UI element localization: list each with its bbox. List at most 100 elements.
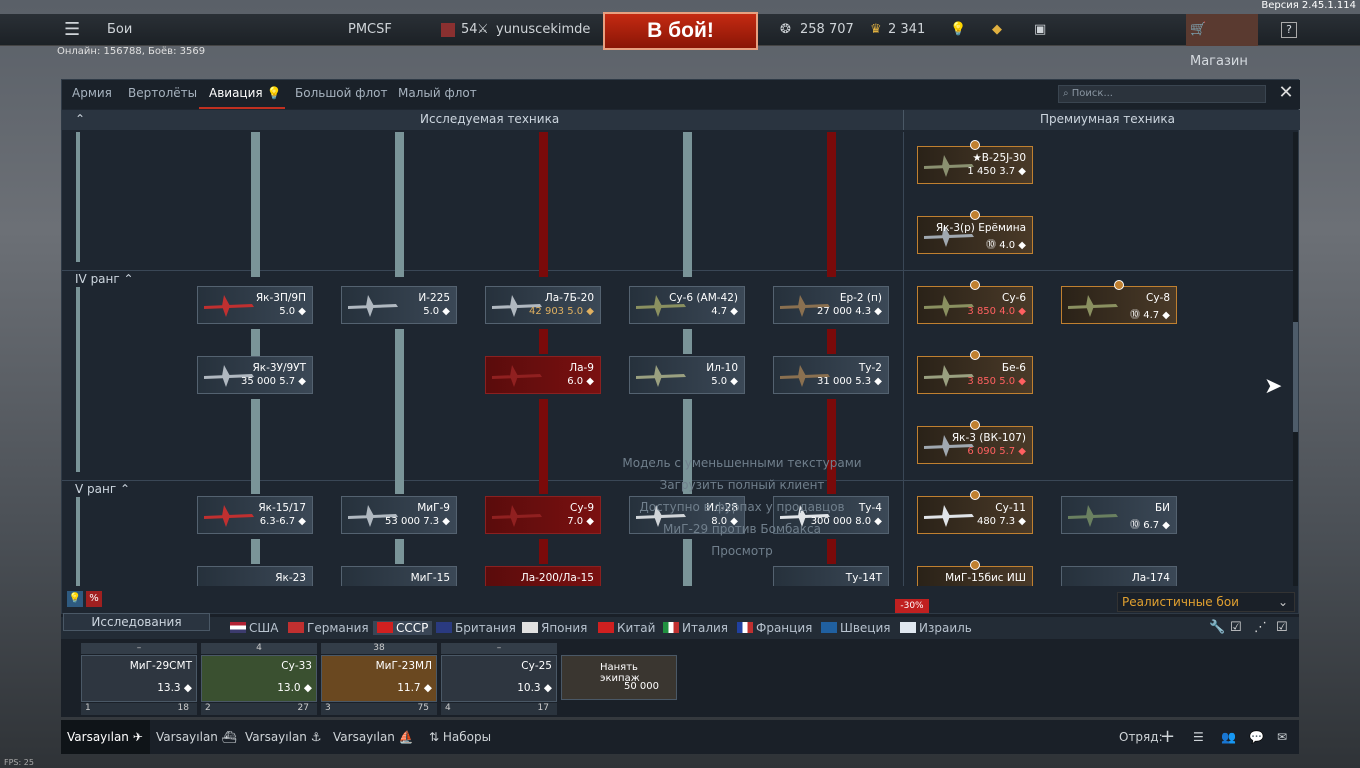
silver-amount[interactable]: 258 707 [800,14,854,46]
premium-vehicle-card[interactable]: Су-6 3 850 4.0 ◆ [917,280,1033,324]
plane-icon [1068,505,1118,527]
research-tab[interactable]: Исследования [63,613,210,631]
rank-5-label[interactable]: V ранг ⌃ [75,482,130,496]
nation-france[interactable]: Франция [737,621,812,635]
search-input[interactable]: ⌕ Поиск... [1058,85,1266,103]
vehicle-card[interactable]: Як-23 [197,566,313,586]
username[interactable]: yunuscekimde [496,14,590,46]
shop-button[interactable]: 🛒Магазин [1186,14,1258,69]
crew-slot[interactable]: 38 МиГ-23МЛ 11.7 ◆ 3 75 [321,643,437,715]
connector [76,287,80,472]
japan-flag-icon [522,622,538,633]
premium-vehicle-card[interactable]: Як-3(р) Ерёмина ⓾ 4.0 ◆ [917,210,1033,254]
crew-slot[interactable]: – МиГ-29СМТ 13.3 ◆ 1 18 [81,643,197,715]
rank-4-label[interactable]: IV ранг ⌃ [75,272,134,286]
squad-tag[interactable]: PMCSF [348,14,392,46]
connector [683,132,692,277]
watermark-text: Модель с уменьшенными текстурами Загрузи… [622,456,862,558]
vehicle-card[interactable]: Як-3П/9П 5.0 ◆ [197,286,313,324]
vehicle-card[interactable]: Ил-10 5.0 ◆ [629,356,745,394]
tree-header: ⌃ Исследуемая техника Премиумная техника [62,110,1300,130]
china-flag-icon [598,622,614,633]
premium-icon [970,280,980,290]
israel-flag-icon [900,622,916,633]
vehicle-card[interactable]: Ла-9 6.0 ◆ [485,356,601,394]
ammo-icon[interactable]: ⋰ [1254,620,1267,635]
crew-slot[interactable]: 4 Су-33 13.0 ◆ 2 27 [201,643,317,715]
nation-italy[interactable]: Италия [663,621,728,635]
to-battle-button[interactable]: В бой! [603,12,758,50]
online-status: Онлайн: 156788, Боёв: 3569 [57,46,206,57]
list-icon[interactable]: ☰ [1193,720,1204,754]
preset-helicopters[interactable]: Varsayılan ⚓ [245,720,321,754]
avatar[interactable] [441,23,455,37]
collapse-icon[interactable]: ⌃ [75,112,85,126]
chevron-down-icon: ⌄ [1277,595,1288,609]
tree-scrollbar[interactable] [1293,132,1298,586]
checkbox-icon[interactable]: ☑ [1230,620,1242,635]
vehicle-card[interactable]: Ту-2 31 000 5.3 ◆ [773,356,889,394]
tab-aviation[interactable]: Авиация 💡 [199,80,285,109]
tab-bluewater-fleet[interactable]: Большой флот [295,80,388,109]
connector [251,399,260,494]
premium-vehicle-card[interactable]: Су-11 480 7.3 ◆ [917,490,1033,534]
hamburger-icon[interactable]: ☰ [64,14,80,46]
discount-icon[interactable]: % [86,591,102,607]
nation-bar: США Германия СССР Британия Япония Китай … [61,617,1299,639]
vehicle-card[interactable]: Ла-200/Ла-15 [485,566,601,586]
help-button[interactable]: ? [1281,22,1297,38]
connector [76,132,80,262]
tab-army[interactable]: Армия [72,80,112,109]
warbond-icon[interactable]: ◆ [992,14,1002,46]
wrench-icon[interactable]: 🔧 [1209,620,1225,635]
vehicle-card[interactable]: МиГ-15 [341,566,457,586]
vehicle-card[interactable]: Як-15/17 6.3-6.7 ◆ [197,496,313,534]
lightbulb-icon[interactable]: 💡 [950,14,966,46]
nation-germany[interactable]: Германия [288,621,369,635]
nation-israel[interactable]: Израиль [900,621,972,635]
game-mode-select[interactable]: Реалистичные бои ⌄ [1117,592,1295,612]
premium-vehicle-card[interactable]: Як-3 (ВК-107) 6 090 5.7 ◆ [917,420,1033,464]
connector [539,539,548,564]
research-bulb-icon[interactable]: 💡 [67,591,83,607]
add-icon[interactable]: + [1160,720,1175,754]
premium-vehicle-card[interactable]: Су-8 ⓾ 4.7 ◆ [1061,280,1177,324]
premium-vehicle-card[interactable]: Ла-174 [1061,566,1177,586]
preset-aviation[interactable]: Varsayılan ✈ [61,720,150,754]
plane-icon [924,505,974,527]
nation-japan[interactable]: Япония [522,621,587,635]
tab-helicopters[interactable]: Вертолёты [128,80,197,109]
chat-icon[interactable]: 💬 [1249,720,1264,754]
gold-amount[interactable]: 2 341 [888,14,925,46]
swords-icon: ⚔ [477,22,489,37]
section-label[interactable]: Бои [107,14,132,46]
checkbox-icon[interactable]: ☑ [1276,620,1288,635]
crew-slot[interactable]: – Су-25 10.3 ◆ 4 17 [441,643,557,715]
sets-button[interactable]: ⇅ Наборы [429,720,491,754]
nation-britain[interactable]: Британия [436,621,516,635]
friends-icon[interactable]: 👥 [1221,720,1236,754]
premium-vehicle-card[interactable]: БИ ⓾ 6.7 ◆ [1061,496,1177,534]
vehicle-card[interactable]: МиГ-9 53 000 7.3 ◆ [341,496,457,534]
premium-vehicle-card[interactable]: МиГ-15бис ИШ [917,560,1033,586]
mail-icon[interactable]: ✉ [1277,720,1287,754]
close-icon[interactable]: ✕ [1276,83,1296,103]
vehicle-card[interactable]: Ла-7Б-20 42 903 5.0 ◆ [485,286,601,324]
premium-vehicle-card[interactable]: Бе-6 3 850 5.0 ◆ [917,350,1033,394]
vehicle-card[interactable]: Ер-2 (п) 27 000 4.3 ◆ [773,286,889,324]
vehicle-card[interactable]: Як-3У/9УТ 35 000 5.7 ◆ [197,356,313,394]
nation-sweden[interactable]: Швеция [821,621,890,635]
scrollbar-thumb[interactable] [1293,322,1298,432]
vehicle-card[interactable]: Су-6 (АМ-42) 4.7 ◆ [629,286,745,324]
preset-ships[interactable]: Varsayılan ⛴ [156,720,237,754]
nation-ussr[interactable]: СССР [373,621,433,635]
preset-boats[interactable]: Varsayılan ⛵ [333,720,414,754]
tab-coastal-fleet[interactable]: Малый флот [398,80,477,109]
hire-crew-button[interactable]: Нанять экипаж 50 000 [561,655,677,700]
vehicle-card[interactable]: Ту-14Т [773,566,889,586]
vehicle-card[interactable]: И-225 5.0 ◆ [341,286,457,324]
nation-usa[interactable]: США [230,621,278,635]
ticket-icon[interactable]: ▣ [1034,14,1046,46]
nation-china[interactable]: Китай [598,621,655,635]
premium-vehicle-card[interactable]: ★B-25J-30 1 450 3.7 ◆ [917,140,1033,184]
